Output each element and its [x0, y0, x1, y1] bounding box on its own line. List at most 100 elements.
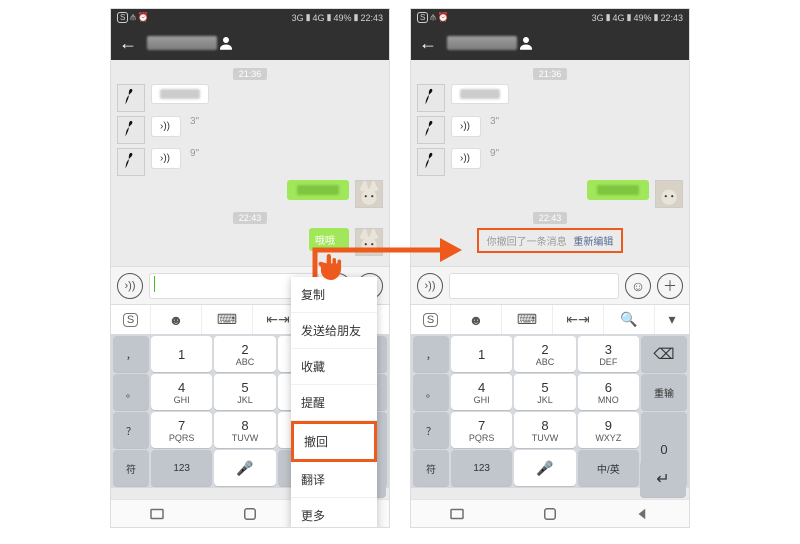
key-2[interactable]: 2ABC: [514, 336, 575, 372]
key-2[interactable]: 2ABC: [214, 336, 275, 372]
kb-emoji-icon[interactable]: ☻: [451, 305, 502, 334]
key-7[interactable]: 7PQRS: [451, 412, 512, 448]
ctx-favorite[interactable]: 收藏: [291, 349, 377, 385]
home-icon[interactable]: [541, 505, 559, 523]
sogou-icon: S: [117, 12, 128, 23]
key-3[interactable]: 3DEF: [578, 336, 639, 372]
key-backspace[interactable]: ⌫: [641, 336, 687, 372]
ctx-remind[interactable]: 提醒: [291, 385, 377, 421]
kb-keyboard-icon[interactable]: ⌨: [502, 305, 553, 334]
key-123[interactable]: 123: [151, 450, 212, 486]
voice-wave-icon: ›)): [160, 153, 170, 164]
back-icon[interactable]: ←: [119, 33, 137, 54]
kb-keyboard-icon[interactable]: ⌨: [202, 305, 253, 334]
recent-icon[interactable]: [448, 505, 466, 523]
voice-duration: 3": [190, 116, 199, 127]
plus-icon[interactable]: ＋: [657, 273, 683, 299]
key-question[interactable]: ？: [113, 412, 149, 448]
msg-text-in[interactable]: [451, 84, 509, 104]
chat-topbar: ←: [111, 26, 389, 60]
avatar-cat[interactable]: [355, 228, 383, 256]
key-1[interactable]: 1: [151, 336, 212, 372]
kb-search-icon[interactable]: 🔍: [604, 305, 655, 334]
voice-duration: 3": [490, 116, 499, 127]
key-8[interactable]: 8TUVW: [514, 412, 575, 448]
voice-wave-icon: ›)): [460, 153, 470, 164]
emoji-icon[interactable]: ☺: [625, 273, 651, 299]
key-symbols[interactable]: 符: [413, 450, 449, 486]
msg-out[interactable]: [587, 180, 649, 200]
key-period[interactable]: 。: [413, 374, 449, 410]
recall-reedit-link[interactable]: 重新编辑: [573, 237, 613, 248]
profile-icon[interactable]: [517, 34, 535, 52]
key-comma[interactable]: ，: [113, 336, 149, 372]
msg-text-in[interactable]: [151, 84, 209, 104]
message-input[interactable]: [449, 273, 619, 299]
key-symbols[interactable]: 符: [113, 450, 149, 486]
profile-icon[interactable]: [217, 34, 235, 52]
kb-cursor-icon[interactable]: ⇤⇥: [553, 305, 604, 334]
recent-icon[interactable]: [148, 505, 166, 523]
msg-out-text: 哦哦: [315, 232, 335, 247]
voice-duration: 9": [190, 148, 199, 159]
key-9[interactable]: 9WXYZ: [578, 412, 639, 448]
msg-voice-in[interactable]: ›)): [151, 116, 181, 137]
avatar-swan[interactable]: [417, 84, 445, 112]
kb-dropdown-icon[interactable]: ▾: [655, 305, 689, 334]
key-6[interactable]: 6MNO: [578, 374, 639, 410]
home-icon[interactable]: [241, 505, 259, 523]
msg-out-selected[interactable]: 哦哦: [309, 228, 349, 251]
back-nav-icon[interactable]: [634, 505, 652, 523]
msg-voice-in[interactable]: ›)): [451, 116, 481, 137]
sogou-icon: S: [417, 12, 428, 23]
avatar-swan[interactable]: [117, 116, 145, 144]
sogou-logo-icon[interactable]: S: [411, 305, 451, 334]
key-5[interactable]: 5JKL: [214, 374, 275, 410]
avatar-cat[interactable]: [355, 180, 383, 208]
ctx-forward[interactable]: 发送给朋友: [291, 313, 377, 349]
msg-out[interactable]: [287, 180, 349, 200]
key-7[interactable]: 7PQRS: [151, 412, 212, 448]
back-icon[interactable]: ←: [419, 33, 437, 54]
key-comma[interactable]: ，: [413, 336, 449, 372]
avatar-cat[interactable]: [655, 180, 683, 208]
key-cn-en[interactable]: 中/英: [578, 450, 639, 486]
msg-voice-in[interactable]: ›)): [451, 148, 481, 169]
msg-voice-in[interactable]: ›)): [151, 148, 181, 169]
voice-toggle-icon[interactable]: ›)): [117, 273, 143, 299]
avatar-swan[interactable]: [117, 84, 145, 112]
key-4[interactable]: 4GHI: [451, 374, 512, 410]
ctx-translate[interactable]: 翻译: [291, 462, 377, 498]
avatar-swan[interactable]: [117, 148, 145, 176]
voice-toggle-icon[interactable]: ›)): [417, 273, 443, 299]
key-mic[interactable]: 🎤: [214, 450, 275, 486]
key-5[interactable]: 5JKL: [514, 374, 575, 410]
kb-emoji-icon[interactable]: ☻: [151, 305, 202, 334]
ctx-recall[interactable]: 撤回: [291, 421, 377, 462]
recall-notice: 你撤回了一条消息 重新编辑: [477, 228, 624, 253]
ctx-more[interactable]: 更多: [291, 498, 377, 528]
battery-pct: 49%: [634, 13, 652, 23]
wifi-icon: ⫛: [130, 12, 135, 23]
chat-title-blurred: [447, 36, 517, 50]
phone-left: S ⫛ ⏰ 3G ▮ 4G ▮ 49% ▮ 22:43 ← 21:36: [110, 8, 390, 528]
key-4[interactable]: 4GHI: [151, 374, 212, 410]
key-question[interactable]: ？: [413, 412, 449, 448]
key-reinput[interactable]: 重输: [641, 374, 687, 410]
sogou-logo-icon[interactable]: S: [111, 305, 151, 334]
avatar-swan[interactable]: [417, 148, 445, 176]
key-period[interactable]: 。: [113, 374, 149, 410]
phone-right: S ⫛ ⏰ 3G▮ 4G▮ 49% ▮ 22:43 ← 21:36 ›)) 3"…: [410, 8, 690, 528]
key-8[interactable]: 8TUVW: [214, 412, 275, 448]
key-enter[interactable]: ↵: [640, 461, 686, 497]
status-bar: S ⫛ ⏰ 3G ▮ 4G ▮ 49% ▮ 22:43: [111, 9, 389, 26]
key-mic[interactable]: 🎤: [514, 450, 575, 486]
key-1[interactable]: 1: [451, 336, 512, 372]
timestamp: 22:43: [233, 212, 268, 224]
avatar-swan[interactable]: [417, 116, 445, 144]
key-123[interactable]: 123: [451, 450, 512, 486]
battery-icon: ▮: [354, 12, 359, 23]
battery-icon: ▮: [654, 12, 659, 23]
voice-wave-icon: ›)): [160, 121, 170, 132]
net-4g: 4G: [313, 13, 325, 23]
